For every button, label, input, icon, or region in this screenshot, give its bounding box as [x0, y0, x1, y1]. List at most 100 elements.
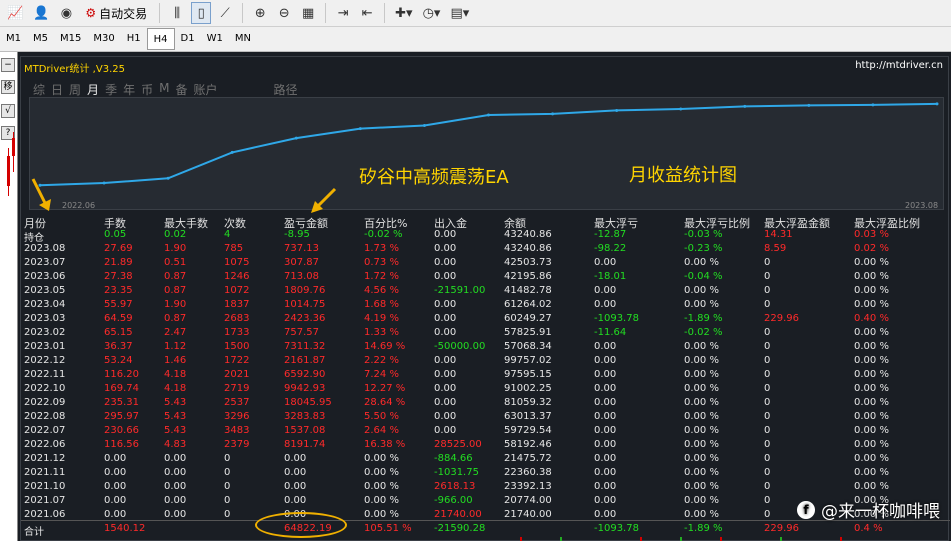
table-row-cell: 2379 — [224, 439, 250, 450]
toolbar-divider — [325, 3, 327, 23]
timeframe-m15[interactable]: M15 — [54, 28, 87, 50]
candlestick-icon[interactable]: ▯ — [191, 2, 212, 24]
timeframe-m1[interactable]: M1 — [0, 28, 27, 50]
holding-row-cell: 14.31 — [764, 229, 793, 240]
holding-row-cell: -8.95 — [284, 229, 310, 240]
tab-quarter[interactable]: 季 — [105, 81, 117, 98]
table-row-cell: 0.00 — [164, 495, 187, 506]
tab-backup[interactable]: 备 — [175, 81, 187, 98]
bar-chart-icon[interactable]: ⫼ — [167, 2, 187, 24]
table-row-cell: 0.00 — [594, 355, 617, 366]
holding-row-cell: 0.05 — [104, 229, 127, 240]
table-row-cell: 0.00 % — [684, 299, 719, 310]
table-row-cell: -50000.00 — [434, 341, 486, 352]
table-row-cell: 2022.07 — [24, 425, 66, 436]
table-row-cell: 0.00 — [284, 481, 307, 492]
total-row-cell: 合计 — [24, 527, 44, 538]
table-row-cell: -1.89 % — [684, 313, 723, 324]
timeframe-h1[interactable]: H1 — [121, 28, 147, 50]
tile-windows-icon[interactable]: ▦ — [298, 2, 318, 24]
indicators-icon[interactable]: ✚▾ — [392, 2, 415, 24]
table-row-cell: 1537.08 — [284, 425, 326, 436]
tab-month[interactable]: 月 — [87, 81, 99, 98]
table-row-cell: 2021.11 — [24, 467, 66, 478]
table-row-cell: 0.00 — [104, 481, 127, 492]
table-row-cell: 0.00 % — [364, 495, 399, 506]
total-row-cell: 229.96 — [764, 523, 799, 534]
table-row-cell: 307.87 — [284, 257, 319, 268]
zoom-in-icon[interactable]: ⊕ — [250, 2, 270, 24]
timeframe-m30[interactable]: M30 — [87, 28, 120, 50]
table-row-cell: 2021 — [224, 369, 250, 380]
auto-trading-button[interactable]: ⚙ 自动交易 — [80, 2, 152, 24]
tab-week[interactable]: 周 — [69, 81, 81, 98]
holding-row-cell: 持仓 — [24, 233, 44, 244]
tab-year[interactable]: 年 — [123, 81, 135, 98]
table-row-cell: 230.66 — [104, 425, 139, 436]
table-row-cell: 0.51 — [164, 257, 187, 268]
table-row-cell: 0.00 % — [854, 467, 889, 478]
table-row-cell: 0.00 % — [364, 481, 399, 492]
table-row-cell: -1031.75 — [434, 467, 479, 478]
watermark-text: @来一杯咖啡喂 — [821, 502, 940, 522]
tab-day[interactable]: 日 — [51, 81, 63, 98]
mtdriver-stats-panel: MTDriver统计 ,V3.25 http://mtdriver.cn 综 日… — [20, 56, 950, 541]
periods-icon[interactable]: ◷▾ — [420, 2, 444, 24]
panel-url-link[interactable]: http://mtdriver.cn — [855, 60, 943, 71]
table-row-cell: 0.00 — [164, 453, 187, 464]
table-row-cell: 2023.03 — [24, 313, 66, 324]
table-row-cell: 2022.06 — [24, 439, 66, 450]
table-row-cell: 0.00 % — [364, 467, 399, 478]
timeframe-d1[interactable]: D1 — [175, 28, 201, 50]
table-row-cell: 0.00 — [104, 467, 127, 478]
table-row-cell: 2023.05 — [24, 285, 66, 296]
tab-path[interactable]: 路径 — [274, 81, 298, 98]
timeframe-h4[interactable]: H4 — [146, 28, 175, 50]
equity-curve-chart: 2022.06 2023.08 — [29, 97, 944, 210]
table-row-cell: 0.00 — [434, 383, 457, 394]
table-row-cell: 0.87 — [164, 313, 187, 324]
table-row-cell: 0.00 % — [854, 397, 889, 408]
chart-end-label: 2023.08 — [905, 201, 938, 210]
table-row-cell: 0.00 — [434, 313, 457, 324]
table-row-cell: 0.00 % — [854, 383, 889, 394]
table-row-cell: 0.00 % — [854, 453, 889, 464]
tab-account[interactable]: 账户 — [193, 81, 217, 98]
templates-icon[interactable]: ▤▾ — [447, 2, 472, 24]
table-row-cell: 97595.15 — [504, 369, 552, 380]
strip-check-icon[interactable]: √ — [1, 104, 15, 118]
table-row-cell: 8191.74 — [284, 439, 326, 450]
autoscroll-icon[interactable]: ⇤ — [357, 2, 377, 24]
table-row-cell: 1500 — [224, 341, 250, 352]
timeframe-w1[interactable]: W1 — [201, 28, 229, 50]
strip-label-move[interactable]: 移 — [1, 80, 15, 94]
table-row-cell: 0 — [764, 453, 771, 464]
equity-curve-svg: 2022.06 2023.08 — [38, 102, 939, 210]
table-row-cell: 21740.00 — [504, 509, 552, 520]
new-chart-icon[interactable]: 📈 — [4, 2, 26, 24]
table-row-cell: 59729.54 — [504, 425, 552, 436]
table-row-cell: 1.72 % — [364, 271, 399, 282]
tab-m[interactable]: M — [159, 81, 169, 98]
table-row-cell: -18.01 — [594, 271, 627, 282]
table-row-cell: 0.00 — [434, 243, 457, 254]
zoom-out-icon[interactable]: ⊖ — [274, 2, 294, 24]
table-row-cell: 0.00 % — [684, 397, 719, 408]
timeframe-mn[interactable]: MN — [229, 28, 257, 50]
table-row-cell: 5.43 — [164, 411, 187, 422]
minimize-button[interactable]: − — [1, 58, 15, 72]
line-chart-icon[interactable]: ⟋ — [215, 2, 235, 24]
navigator-icon[interactable]: 👤 — [30, 2, 52, 24]
timeframe-m5[interactable]: M5 — [27, 28, 54, 50]
market-watch-icon[interactable]: ◉ — [56, 2, 76, 24]
table-row-cell: 0.00 % — [684, 467, 719, 478]
table-row-cell: 0.00 % — [854, 257, 889, 268]
chart-shift-icon[interactable]: ⇥ — [333, 2, 353, 24]
table-row-cell: 22360.38 — [504, 467, 552, 478]
table-row-cell: -11.64 — [594, 327, 627, 338]
table-row-cell: 18045.95 — [284, 397, 332, 408]
tab-overall[interactable]: 综 — [33, 81, 45, 98]
tab-currency[interactable]: 币 — [141, 81, 153, 98]
table-row-cell: 53.24 — [104, 355, 133, 366]
table-row-cell: 0.00 % — [684, 341, 719, 352]
